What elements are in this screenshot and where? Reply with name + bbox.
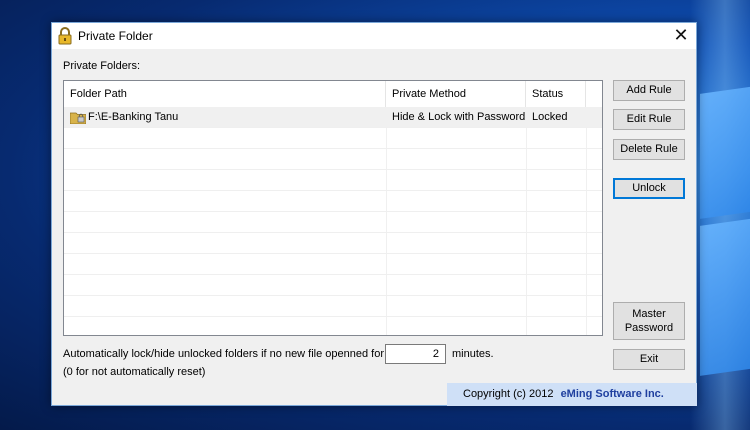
empty-row bbox=[64, 170, 602, 191]
table-row[interactable]: F:\E-Banking Tanu Hide & Lock with Passw… bbox=[64, 107, 602, 128]
close-button[interactable]: ✕ bbox=[666, 23, 696, 49]
edit-rule-button[interactable]: Edit Rule bbox=[613, 109, 685, 130]
empty-row bbox=[64, 233, 602, 254]
master-password-label-line1: Master bbox=[632, 308, 666, 320]
copyright-footer: Copyright (c) 2012 eMing Software Inc. bbox=[447, 383, 697, 406]
private-folders-list[interactable]: Folder Path Private Method Status F:\E-B… bbox=[63, 80, 603, 336]
master-password-label-line2: Password bbox=[624, 322, 674, 334]
row-folder-path: F:\E-Banking Tanu bbox=[88, 111, 179, 123]
padlock-icon bbox=[58, 27, 72, 45]
column-header-status[interactable]: Status bbox=[526, 81, 586, 107]
private-folder-dialog: Private Folder ✕ Private Folders: Folder… bbox=[51, 22, 697, 406]
unlock-button[interactable]: Unlock bbox=[613, 178, 685, 199]
exit-button[interactable]: Exit bbox=[613, 349, 685, 370]
private-folders-label: Private Folders: bbox=[63, 60, 141, 72]
copyright-text: Copyright (c) 2012 bbox=[463, 388, 554, 400]
delete-rule-button[interactable]: Delete Rule bbox=[613, 139, 685, 160]
empty-row bbox=[64, 191, 602, 212]
row-status: Locked bbox=[532, 111, 568, 123]
empty-row bbox=[64, 128, 602, 149]
minutes-label: minutes. bbox=[452, 348, 494, 360]
empty-row bbox=[64, 296, 602, 317]
empty-row bbox=[64, 149, 602, 170]
title-bar[interactable]: Private Folder ✕ bbox=[52, 23, 696, 49]
column-header-private-method[interactable]: Private Method bbox=[386, 81, 526, 107]
auto-lock-minutes-input[interactable]: 2 bbox=[385, 344, 446, 364]
window-title: Private Folder bbox=[78, 29, 153, 43]
auto-lock-note: (0 for not automatically reset) bbox=[63, 366, 206, 378]
column-header-folder-path[interactable]: Folder Path bbox=[64, 81, 386, 107]
windows-logo-pane-bottom bbox=[700, 218, 750, 376]
empty-row bbox=[64, 275, 602, 296]
company-name: eMing Software Inc. bbox=[560, 388, 664, 400]
windows-logo-pane-top bbox=[700, 86, 750, 219]
list-header: Folder Path Private Method Status bbox=[64, 81, 602, 107]
close-icon: ✕ bbox=[673, 25, 689, 45]
empty-row bbox=[64, 317, 602, 335]
row-private-method: Hide & Lock with Password bbox=[392, 111, 526, 123]
master-password-button[interactable]: Master Password bbox=[613, 302, 685, 340]
auto-lock-label: Automatically lock/hide unlocked folders… bbox=[63, 348, 385, 360]
empty-row bbox=[64, 212, 602, 233]
empty-row bbox=[64, 254, 602, 275]
add-rule-button[interactable]: Add Rule bbox=[613, 80, 685, 101]
